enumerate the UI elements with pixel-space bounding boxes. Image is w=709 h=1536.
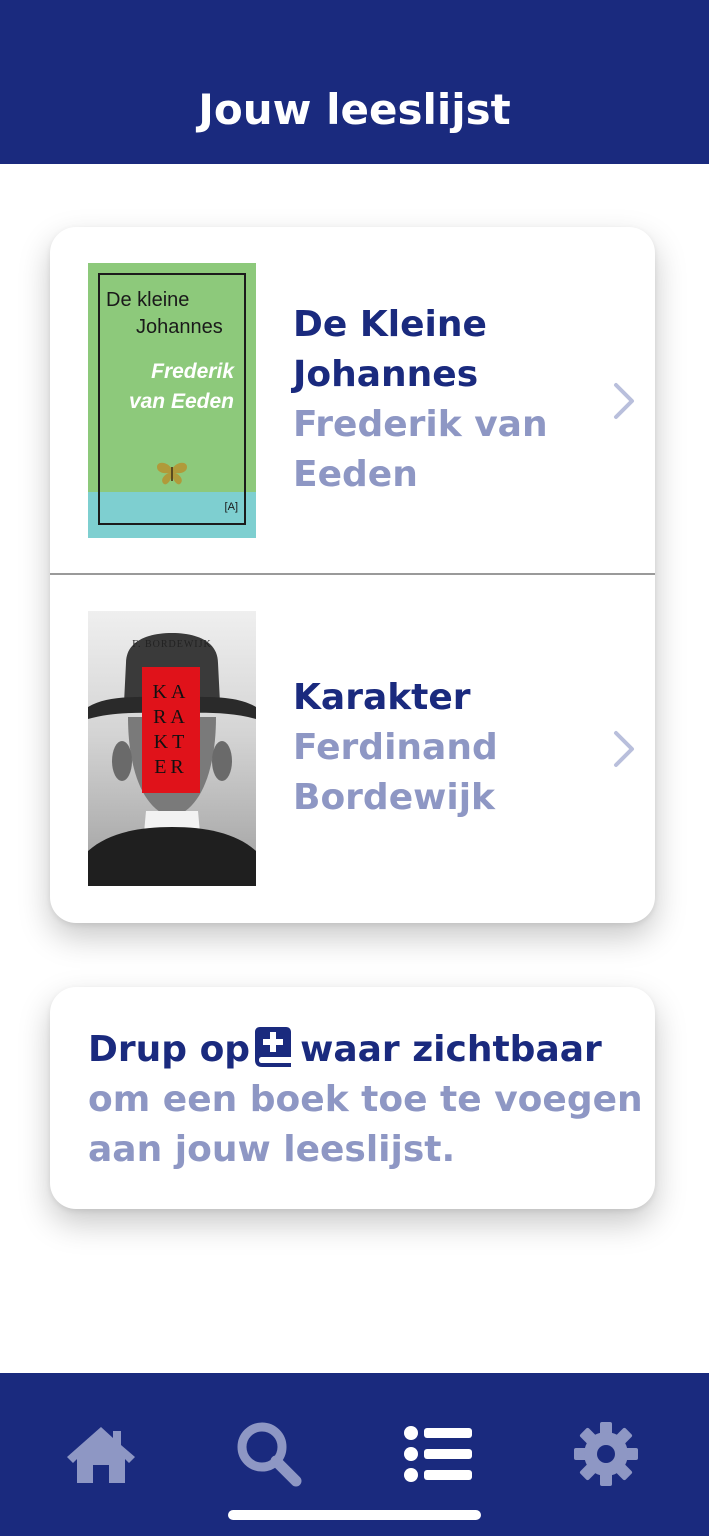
cover-title-line: KT <box>153 731 189 753</box>
hint-secondary-text: om een boek toe te voegen aan jouw leesl… <box>88 1079 643 1170</box>
book-plus-icon <box>255 1027 292 1067</box>
cover-title-line: De kleine <box>106 289 190 311</box>
cover-author-line: van Eeden <box>128 390 234 413</box>
hint-suffix: waar zichtbaar <box>300 1029 602 1070</box>
cover-author: F. BORDEWIJK <box>132 639 212 650</box>
publisher-mark: [A] <box>224 501 238 513</box>
page-title: Jouw leeslijst <box>198 85 511 134</box>
book-row-karakter[interactable]: F. BORDEWIJK KA RA KT ER Karakter Ferdin… <box>50 575 655 923</box>
home-indicator <box>228 1510 481 1520</box>
nav-settings-button[interactable] <box>566 1419 646 1489</box>
cover-title-line: ER <box>154 756 188 778</box>
nav-search-button[interactable] <box>229 1419 309 1489</box>
book-cover: F. BORDEWIJK KA RA KT ER <box>88 611 256 886</box>
book-author: Ferdinand Bordewijk <box>293 727 498 818</box>
book-row-de-kleine-johannes[interactable]: De kleine Johannes Frederik van Eeden [A… <box>50 227 655 575</box>
chevron-right-icon <box>614 383 634 419</box>
nav-home-button[interactable] <box>61 1419 141 1489</box>
hint-prefix: Drup op <box>88 1029 251 1070</box>
book-info: De Kleine Johannes Frederik van Eeden <box>293 300 593 500</box>
home-icon <box>67 1427 135 1483</box>
search-icon <box>237 1422 302 1487</box>
book-info: Karakter Ferdinand Bordewijk <box>293 673 593 823</box>
list-icon <box>404 1426 472 1482</box>
butterfly-icon <box>157 462 187 485</box>
bottom-navigation <box>0 1373 709 1536</box>
cover-title-line: KA <box>152 681 190 703</box>
cover-title-line: RA <box>153 706 189 728</box>
book-author: Frederik van Eeden <box>293 404 548 495</box>
gear-icon <box>574 1422 638 1486</box>
reading-list-card: De kleine Johannes Frederik van Eeden [A… <box>50 227 655 923</box>
app-header: Jouw leeslijst <box>0 0 709 164</box>
nav-reading-list-button[interactable] <box>398 1419 478 1489</box>
cover-title-line: Johannes <box>136 316 223 338</box>
chevron-right-icon <box>614 731 634 767</box>
book-title: Karakter <box>293 677 471 718</box>
book-cover: De kleine Johannes Frederik van Eeden [A… <box>88 263 256 538</box>
book-title: De Kleine Johannes <box>293 304 487 395</box>
hint-primary-text: Drup op waar zichtbaar <box>88 1025 628 1075</box>
add-book-hint-card: Drup op waar zichtbaar om een boek toe t… <box>50 987 655 1209</box>
cover-title-block: KA RA KT ER <box>142 667 200 793</box>
cover-author-line: Frederik <box>151 360 234 383</box>
